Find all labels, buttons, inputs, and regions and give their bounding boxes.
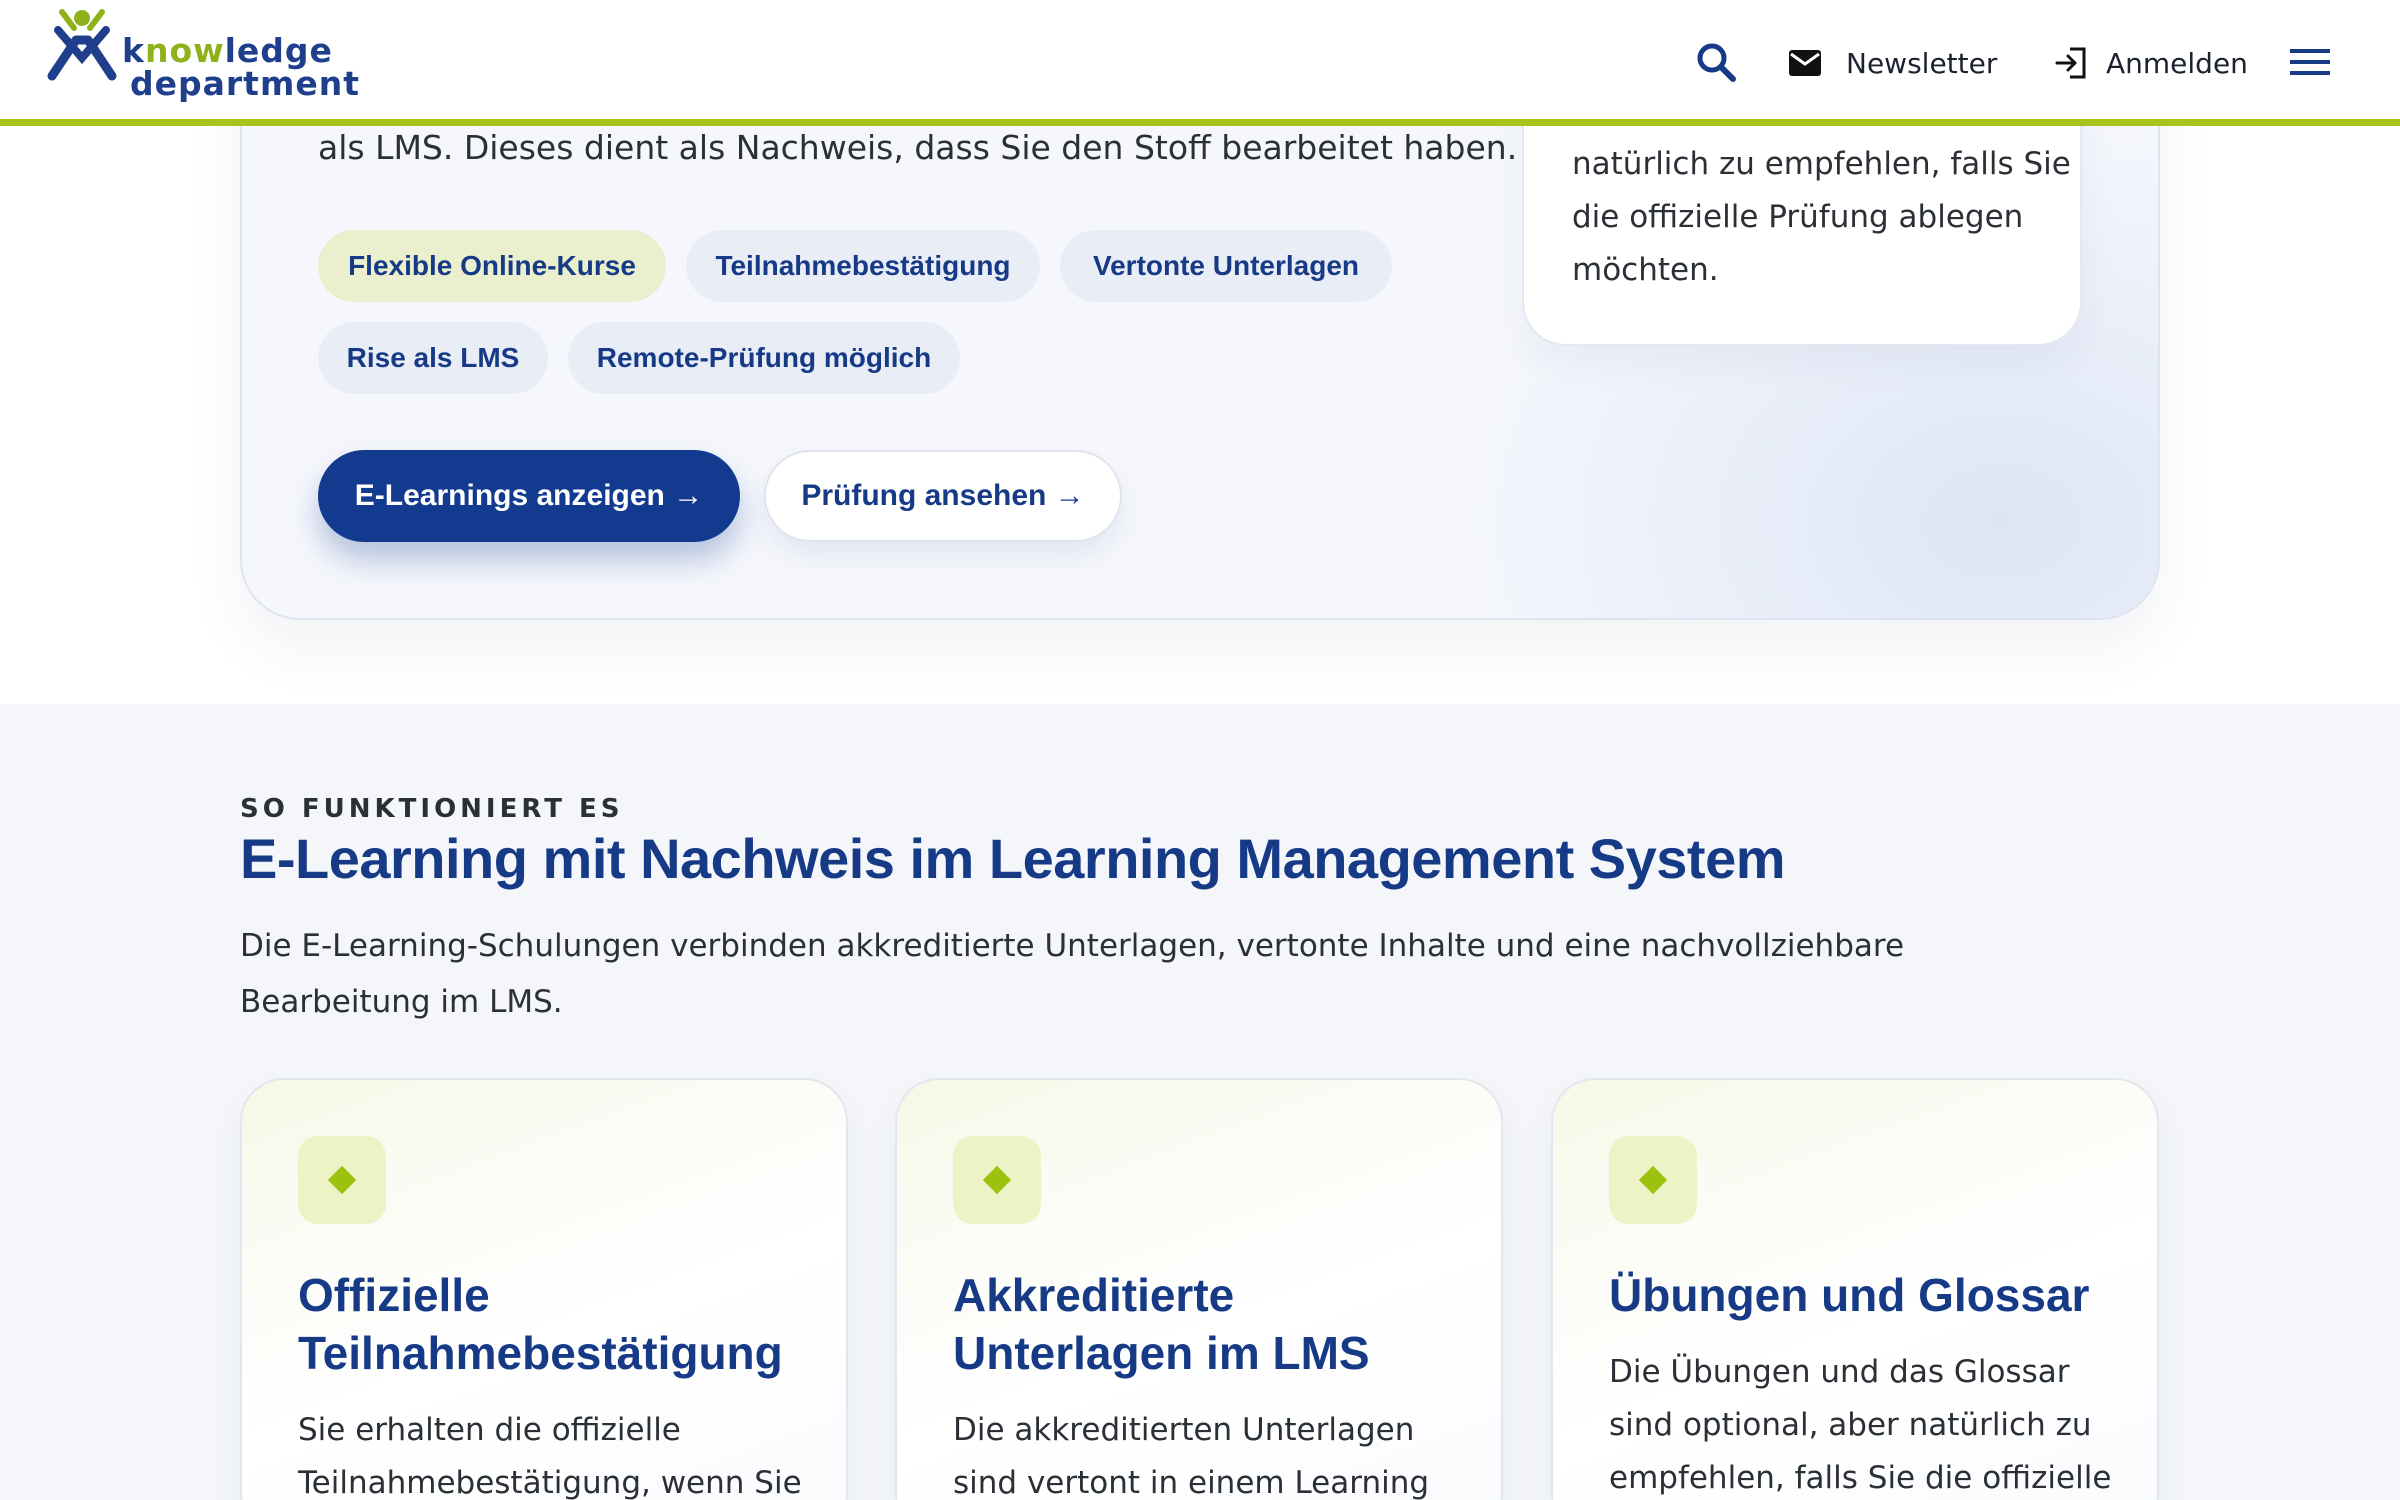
feature-title: Übungen und Glossar	[1609, 1269, 2090, 1321]
chip-remote-pruefung: Remote-Prüfung möglich	[568, 322, 960, 394]
mail-icon	[1789, 50, 1821, 76]
view-exam-button[interactable]: Prüfung ansehen →	[764, 450, 1122, 542]
feature-title: Akkreditierte Unterlagen im LMS	[953, 1269, 1370, 1379]
diamond-icon	[953, 1136, 1041, 1224]
feature-text: Sie erhalten die offizielle Teilnahmebes…	[298, 1412, 802, 1500]
diamond-icon	[298, 1136, 386, 1224]
login-label: Anmelden	[2106, 46, 2248, 80]
feature-text: Die Übungen und das Glossar sind optiona…	[1609, 1354, 2112, 1496]
section-description: Die E-Learning-Schulungen verbinden akkr…	[240, 928, 1905, 1020]
logo-wordmark: knowledge department	[122, 34, 360, 100]
chip-teilnahmebestaetigung: Teilnahmebestätigung	[686, 230, 1040, 302]
feature-card: Akkreditierte Unterlagen im LMS Die akkr…	[895, 1078, 1503, 1500]
feature-card: Offizielle Teilnahmebestätigung Sie erha…	[240, 1078, 848, 1500]
feature-card: Übungen und Glossar Die Übungen und das …	[1551, 1078, 2159, 1500]
section-title: E-Learning mit Nachweis im Learning Mana…	[240, 827, 1786, 890]
hero-description: als LMS. Dieses dient als Nachweis, dass…	[318, 128, 1518, 167]
login-link[interactable]: Anmelden	[2054, 40, 2248, 86]
site-header: knowledge department Newsletter Anmelden	[0, 0, 2400, 126]
section-eyebrow: SO FUNKTIONIERT ES	[240, 794, 624, 824]
search-icon[interactable]	[1694, 40, 1738, 84]
hamburger-menu-icon[interactable]	[2290, 44, 2330, 80]
newsletter-label: Newsletter	[1846, 46, 1998, 80]
logo-mark-icon	[47, 9, 117, 81]
newsletter-link[interactable]: Newsletter	[1788, 40, 1997, 86]
feature-title: Offizielle Teilnahmebestätigung	[298, 1269, 783, 1379]
login-icon	[2055, 47, 2086, 79]
feature-text: Die akkreditierten Unterlagen sind verto…	[953, 1412, 1430, 1500]
logo-text-line2: department	[130, 64, 360, 103]
logo[interactable]: knowledge department	[44, 6, 359, 110]
chip-flexible-online-kurse: Flexible Online-Kurse	[318, 230, 666, 302]
show-elearnings-button[interactable]: E-Learnings anzeigen →	[318, 450, 740, 542]
chip-vertonte-unterlagen: Vertonte Unterlagen	[1060, 230, 1392, 302]
chip-rise-als-lms: Rise als LMS	[318, 322, 548, 394]
side-info-card-text: natürlich zu empfehlen, falls Sie die of…	[1572, 146, 2071, 288]
diamond-icon	[1609, 1136, 1697, 1224]
